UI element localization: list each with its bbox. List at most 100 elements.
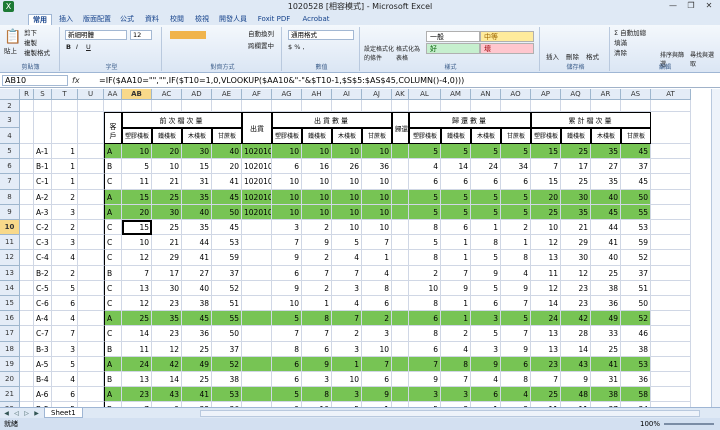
customer-cell[interactable]: C (104, 220, 122, 236)
out-qty-cell[interactable]: 7 (332, 311, 362, 327)
out-qty-cell[interactable]: 3 (332, 280, 362, 296)
paste-button[interactable]: 貼上 (4, 47, 17, 56)
out-qty-cell[interactable]: 1 (362, 250, 392, 266)
out-qty-cell[interactable]: 5 (272, 387, 302, 403)
column-header-an[interactable]: AN (471, 89, 501, 100)
grid-cell[interactable] (78, 144, 104, 160)
accum-cell[interactable]: 55 (621, 204, 651, 220)
prev-stock-cell[interactable]: 41 (182, 387, 212, 403)
out-id-cell[interactable] (242, 220, 272, 236)
out-qty-cell[interactable]: 4 (332, 296, 362, 312)
return-flag-cell[interactable] (392, 220, 409, 236)
prev-stock-cell[interactable]: 35 (152, 311, 182, 327)
out-qty-cell[interactable]: 10 (362, 189, 392, 205)
grid-cell[interactable] (272, 100, 302, 112)
column-header-r[interactable]: R (20, 89, 34, 100)
bold-button[interactable]: B (66, 43, 71, 52)
column-header-s[interactable]: S (34, 89, 52, 100)
row-header-20[interactable]: 20 (0, 372, 20, 388)
accum-cell[interactable]: 23 (561, 280, 591, 296)
grid-cell[interactable] (104, 100, 122, 112)
row-key-cell[interactable]: C-2 (34, 220, 52, 236)
out-qty-cell[interactable]: 6 (302, 341, 332, 357)
return-qty-cell[interactable]: 4 (501, 265, 531, 281)
prev-stock-cell[interactable]: 15 (182, 159, 212, 175)
column-header-t[interactable]: T (52, 89, 78, 100)
return-qty-cell[interactable]: 9 (471, 265, 501, 281)
accum-cell[interactable]: 52 (621, 311, 651, 327)
column-header-ag[interactable]: AG (272, 89, 302, 100)
return-qty-cell[interactable]: 6 (471, 174, 501, 190)
grid-cell[interactable] (20, 296, 34, 312)
out-qty-cell[interactable]: 1 (302, 296, 332, 312)
row-header-11[interactable]: 11 (0, 235, 20, 251)
sequence-cell[interactable]: 4 (52, 311, 78, 327)
grid-cell[interactable] (20, 235, 34, 251)
grid-cell[interactable] (20, 356, 34, 372)
return-flag-cell[interactable] (392, 280, 409, 296)
accum-cell[interactable]: 15 (531, 174, 561, 190)
out-qty-cell[interactable]: 6 (362, 372, 392, 388)
sequence-cell[interactable]: 5 (52, 280, 78, 296)
grid-cell[interactable] (78, 341, 104, 357)
return-qty-cell[interactable]: 7 (501, 326, 531, 342)
prev-stock-cell[interactable]: 17 (152, 265, 182, 281)
grid-cell[interactable] (651, 280, 691, 296)
grid-cell[interactable] (34, 112, 52, 144)
tab-data[interactable]: 資料 (141, 14, 163, 25)
grid-cell[interactable] (78, 220, 104, 236)
prev-stock-cell[interactable]: 5 (122, 159, 152, 175)
return-qty-cell[interactable]: 9 (441, 280, 471, 296)
accum-cell[interactable]: 36 (621, 372, 651, 388)
accum-cell[interactable]: 31 (591, 372, 621, 388)
return-qty-cell[interactable]: 8 (501, 250, 531, 266)
copy-button[interactable]: 複製 (24, 39, 37, 48)
out-qty-cell[interactable]: 10 (332, 174, 362, 190)
column-header-af[interactable]: AF (242, 89, 272, 100)
customer-cell[interactable]: A (104, 144, 122, 160)
customer-cell[interactable]: B (104, 265, 122, 281)
return-qty-cell[interactable]: 9 (501, 341, 531, 357)
grid-cell[interactable] (362, 100, 392, 112)
prev-stock-cell[interactable]: 45 (212, 220, 242, 236)
return-flag-cell[interactable] (392, 387, 409, 403)
grid-cell[interactable] (651, 189, 691, 205)
out-id-cell[interactable]: 1020106 (242, 204, 272, 220)
out-qty-cell[interactable]: 7 (362, 235, 392, 251)
prev-stock-cell[interactable]: 52 (212, 356, 242, 372)
grid-cell[interactable] (651, 311, 691, 327)
out-qty-cell[interactable]: 7 (332, 265, 362, 281)
minimize-button[interactable]: — (664, 0, 682, 12)
return-qty-cell[interactable]: 8 (409, 296, 441, 312)
grid-cell[interactable] (651, 372, 691, 388)
accum-cell[interactable]: 12 (561, 265, 591, 281)
return-qty-cell[interactable]: 1 (501, 235, 531, 251)
customer-cell[interactable]: C (104, 326, 122, 342)
accum-cell[interactable]: 23 (561, 296, 591, 312)
out-qty-cell[interactable]: 5 (272, 311, 302, 327)
insert-cells-button[interactable]: 插入 (546, 53, 559, 62)
format-painter-button[interactable]: 複製格式 (24, 49, 50, 58)
clear-button[interactable]: 清除 (614, 49, 627, 58)
grid-cell[interactable] (409, 100, 441, 112)
return-qty-cell[interactable]: 7 (501, 296, 531, 312)
return-qty-cell[interactable]: 6 (471, 296, 501, 312)
accum-cell[interactable]: 14 (531, 296, 561, 312)
wrap-text-button[interactable]: 自動換列 (248, 30, 274, 39)
out-qty-cell[interactable]: 6 (272, 356, 302, 372)
row-key-cell[interactable]: A-1 (34, 144, 52, 160)
out-qty-cell[interactable]: 10 (302, 174, 332, 190)
grid-cell[interactable] (52, 112, 78, 144)
prev-stock-cell[interactable]: 38 (212, 372, 242, 388)
style-neutral[interactable]: 中等 (480, 31, 534, 42)
out-qty-cell[interactable]: 2 (302, 280, 332, 296)
return-qty-cell[interactable]: 1 (471, 220, 501, 236)
accum-cell[interactable]: 58 (621, 387, 651, 403)
prev-stock-cell[interactable]: 40 (182, 204, 212, 220)
return-qty-cell[interactable]: 2 (409, 265, 441, 281)
return-qty-cell[interactable]: 6 (501, 356, 531, 372)
prev-stock-cell[interactable]: 31 (182, 174, 212, 190)
grid-cell[interactable] (78, 280, 104, 296)
prev-stock-cell[interactable]: 35 (182, 189, 212, 205)
out-qty-cell[interactable]: 7 (302, 265, 332, 281)
